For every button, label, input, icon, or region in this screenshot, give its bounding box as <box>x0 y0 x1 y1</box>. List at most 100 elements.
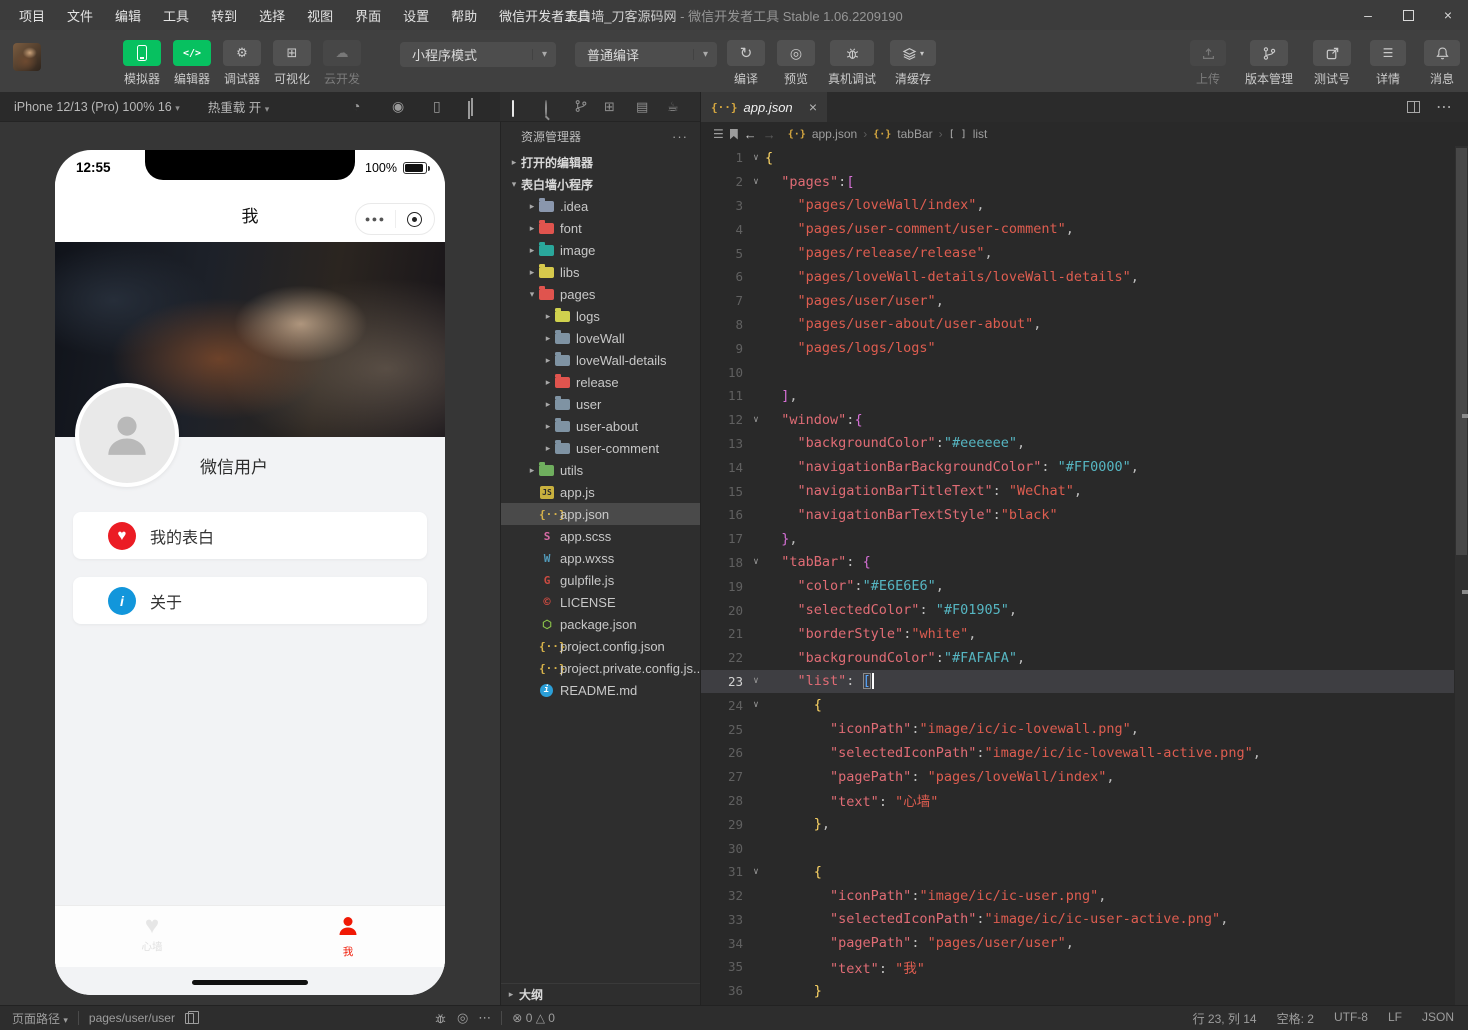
record-icon[interactable]: ◉ <box>392 98 404 115</box>
fold-chevron-icon[interactable]: ∨ <box>747 557 765 567</box>
maximize-button[interactable] <box>1388 0 1428 30</box>
more-menu-button[interactable]: ●●● <box>356 214 395 224</box>
hot-reload-toggle[interactable]: 热重载 开 ▾ <box>180 97 270 116</box>
minimize-button[interactable]: – <box>1348 0 1388 30</box>
menu-item[interactable]: 视图 <box>298 3 342 28</box>
my-confession-item[interactable]: ♥ 我的表白 <box>73 512 427 559</box>
code-line-3[interactable]: 3 "pages/loveWall/index", <box>701 194 1454 218</box>
tree-item-image[interactable]: ▸image <box>501 239 700 261</box>
page-path-selector[interactable]: 页面路径 ▾ <box>12 1010 68 1027</box>
multi-window-icon[interactable] <box>468 102 470 118</box>
outline-section[interactable]: ▸ 大纲 <box>501 983 700 1005</box>
tree-item-README.md[interactable]: iREADME.md <box>501 679 700 701</box>
tree-item-project.config.json[interactable]: {··}project.config.json <box>501 635 700 657</box>
fold-chevron-icon[interactable]: ∨ <box>747 676 765 686</box>
message-button[interactable]: 消息 <box>1422 40 1462 87</box>
tree-item-.idea[interactable]: ▸.idea <box>501 195 700 217</box>
tree-item-user[interactable]: ▸user <box>501 393 700 415</box>
code-line-33[interactable]: 33 "selectedIconPath":"image/ic/ic-user-… <box>701 908 1454 932</box>
tree-item-loveWall-details[interactable]: ▸loveWall-details <box>501 349 700 371</box>
code-line-36[interactable]: 36 } <box>701 979 1454 1003</box>
details-button[interactable]: ☰ 详情 <box>1368 40 1408 87</box>
code-line-16[interactable]: 16 "navigationBarTextStyle":"black" <box>701 503 1454 527</box>
user-avatar[interactable] <box>13 43 41 71</box>
debugger-button[interactable]: ⚙ 调试器 <box>222 40 262 87</box>
code-line-34[interactable]: 34 "pagePath": "pages/user/user", <box>701 931 1454 955</box>
upload-button[interactable]: 上传 <box>1188 40 1228 87</box>
code-line-27[interactable]: 27 "pagePath": "pages/loveWall/index", <box>701 765 1454 789</box>
menu-item[interactable]: 微信开发者工具 <box>490 3 599 28</box>
tree-item-project.private.config.js...[interactable]: {··}project.private.config.js... <box>501 657 700 679</box>
code-area[interactable]: 1∨{2∨ "pages":[3 "pages/loveWall/index",… <box>701 146 1454 1005</box>
simulator-button[interactable]: 模拟器 <box>122 40 162 87</box>
tree-item-app.scss[interactable]: Sapp.scss <box>501 525 700 547</box>
explorer-more-button[interactable]: ··· <box>672 129 688 144</box>
split-editor-icon[interactable] <box>1407 101 1420 113</box>
tree-item-font[interactable]: ▸font <box>501 217 700 239</box>
device-selector[interactable]: iPhone 12/13 (Pro) 100% 16 ▾ <box>0 100 180 114</box>
eol-setting[interactable]: LF <box>1388 1010 1402 1027</box>
code-line-18[interactable]: 18∨ "tabBar": { <box>701 551 1454 575</box>
editor-scrollbar[interactable] <box>1455 146 1468 1005</box>
code-line-9[interactable]: 9 "pages/logs/logs" <box>701 336 1454 360</box>
extensions-icon[interactable]: ⊞ <box>604 99 615 115</box>
tab-me[interactable]: 我 <box>308 914 388 959</box>
encoding[interactable]: UTF-8 <box>1334 1010 1368 1027</box>
tab-heart-wall[interactable]: ♥ 心墙 <box>112 914 192 954</box>
device-debug-button[interactable]: 真机调试 <box>826 40 878 87</box>
bookmark-icon[interactable] <box>730 129 738 140</box>
menu-item[interactable]: 设置 <box>394 3 438 28</box>
editor-button[interactable]: </> 编辑器 <box>172 40 212 87</box>
code-line-21[interactable]: 21 "borderStyle":"white", <box>701 622 1454 646</box>
about-item[interactable]: i 关于 <box>73 577 427 624</box>
tree-item-user-about[interactable]: ▸user-about <box>501 415 700 437</box>
fold-chevron-icon[interactable]: ∨ <box>747 177 765 187</box>
fold-chevron-icon[interactable]: ∨ <box>747 867 765 877</box>
code-line-10[interactable]: 10 <box>701 360 1454 384</box>
code-line-25[interactable]: 25 "iconPath":"image/ic/ic-lovewall.png"… <box>701 717 1454 741</box>
menu-item[interactable]: 帮助 <box>442 3 486 28</box>
version-control-button[interactable]: 版本管理 <box>1242 40 1296 87</box>
tree-item-logs[interactable]: ▸logs <box>501 305 700 327</box>
tree-section-[interactable]: ▾表白墙小程序 <box>501 173 700 195</box>
more-icon[interactable]: ⋯ <box>478 1010 491 1026</box>
code-line-2[interactable]: 2∨ "pages":[ <box>701 170 1454 194</box>
code-line-19[interactable]: 19 "color":"#E6E6E6", <box>701 574 1454 598</box>
tree-item-app.json[interactable]: {··}app.json <box>501 503 700 525</box>
tab-app-json[interactable]: {··} app.json × <box>701 92 827 122</box>
visualizer-button[interactable]: ⊞ 可视化 <box>272 40 312 87</box>
code-line-13[interactable]: 13 "backgroundColor":"#eeeeee", <box>701 432 1454 456</box>
explorer-files-icon[interactable] <box>512 101 514 116</box>
code-line-4[interactable]: 4 "pages/user-comment/user-comment", <box>701 217 1454 241</box>
copy-icon[interactable] <box>185 1013 194 1024</box>
forward-icon[interactable]: → <box>763 127 776 142</box>
tree-item-release[interactable]: ▸release <box>501 371 700 393</box>
code-line-7[interactable]: 7 "pages/user/user", <box>701 289 1454 313</box>
menu-item[interactable]: 选择 <box>250 3 294 28</box>
code-line-26[interactable]: 26 "selectedIconPath":"image/ic/ic-lovew… <box>701 741 1454 765</box>
code-line-17[interactable]: 17 }, <box>701 527 1454 551</box>
editor-more-icon[interactable]: ⋯ <box>1436 97 1452 117</box>
code-line-32[interactable]: 32 "iconPath":"image/ic/ic-user.png", <box>701 884 1454 908</box>
code-line-29[interactable]: 29 }, <box>701 812 1454 836</box>
tree-item-utils[interactable]: ▸utils <box>501 459 700 481</box>
code-line-31[interactable]: 31∨ { <box>701 860 1454 884</box>
code-line-30[interactable]: 30 <box>701 836 1454 860</box>
code-line-12[interactable]: 12∨ "window":{ <box>701 408 1454 432</box>
menu-item[interactable]: 项目 <box>10 3 54 28</box>
code-line-15[interactable]: 15 "navigationBarTitleText": "WeChat", <box>701 479 1454 503</box>
code-line-23[interactable]: 23∨ "list": [ <box>701 670 1454 694</box>
tree-section-[interactable]: ▸打开的编辑器 <box>501 151 700 173</box>
code-line-8[interactable]: 8 "pages/user-about/user-about", <box>701 313 1454 337</box>
menu-item[interactable]: 编辑 <box>106 3 150 28</box>
code-line-6[interactable]: 6 "pages/loveWall-details/loveWall-detai… <box>701 265 1454 289</box>
close-tab-icon[interactable]: × <box>809 99 817 115</box>
tree-item-user-comment[interactable]: ▸user-comment <box>501 437 700 459</box>
compile-button[interactable]: ↻ 编译 <box>726 40 766 87</box>
rotate-device-icon[interactable]: ▯ <box>433 98 441 115</box>
code-line-20[interactable]: 20 "selectedColor": "#F01905", <box>701 598 1454 622</box>
fold-chevron-icon[interactable]: ∨ <box>747 700 765 710</box>
language-mode[interactable]: JSON <box>1422 1010 1454 1027</box>
tree-item-gulpfile.js[interactable]: Ggulpfile.js <box>501 569 700 591</box>
code-line-28[interactable]: 28 "text": "心墙" <box>701 789 1454 813</box>
